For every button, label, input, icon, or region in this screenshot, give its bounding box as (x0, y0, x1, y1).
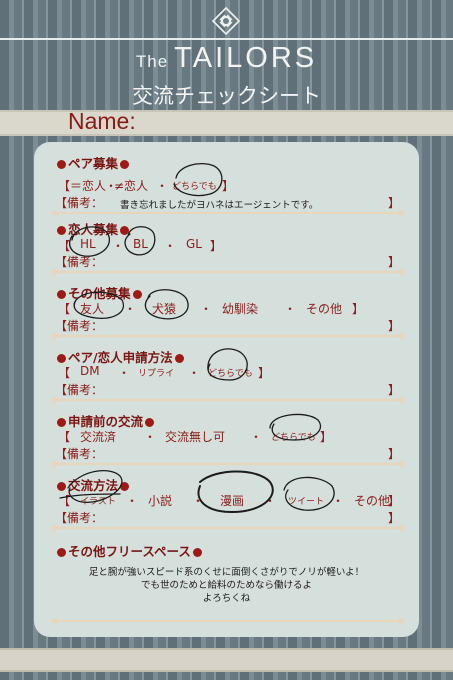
selection-circle (67, 470, 123, 503)
selection-circle (173, 163, 223, 197)
selection-marks (59, 163, 335, 514)
selection-circle (197, 470, 274, 514)
selection-circle (124, 226, 156, 256)
selection-circle (144, 289, 189, 320)
selection-circle (207, 348, 248, 381)
selection-circle (69, 226, 110, 257)
selection-circle (283, 476, 335, 511)
selection-circle (73, 291, 124, 319)
selection-circle (269, 413, 322, 441)
